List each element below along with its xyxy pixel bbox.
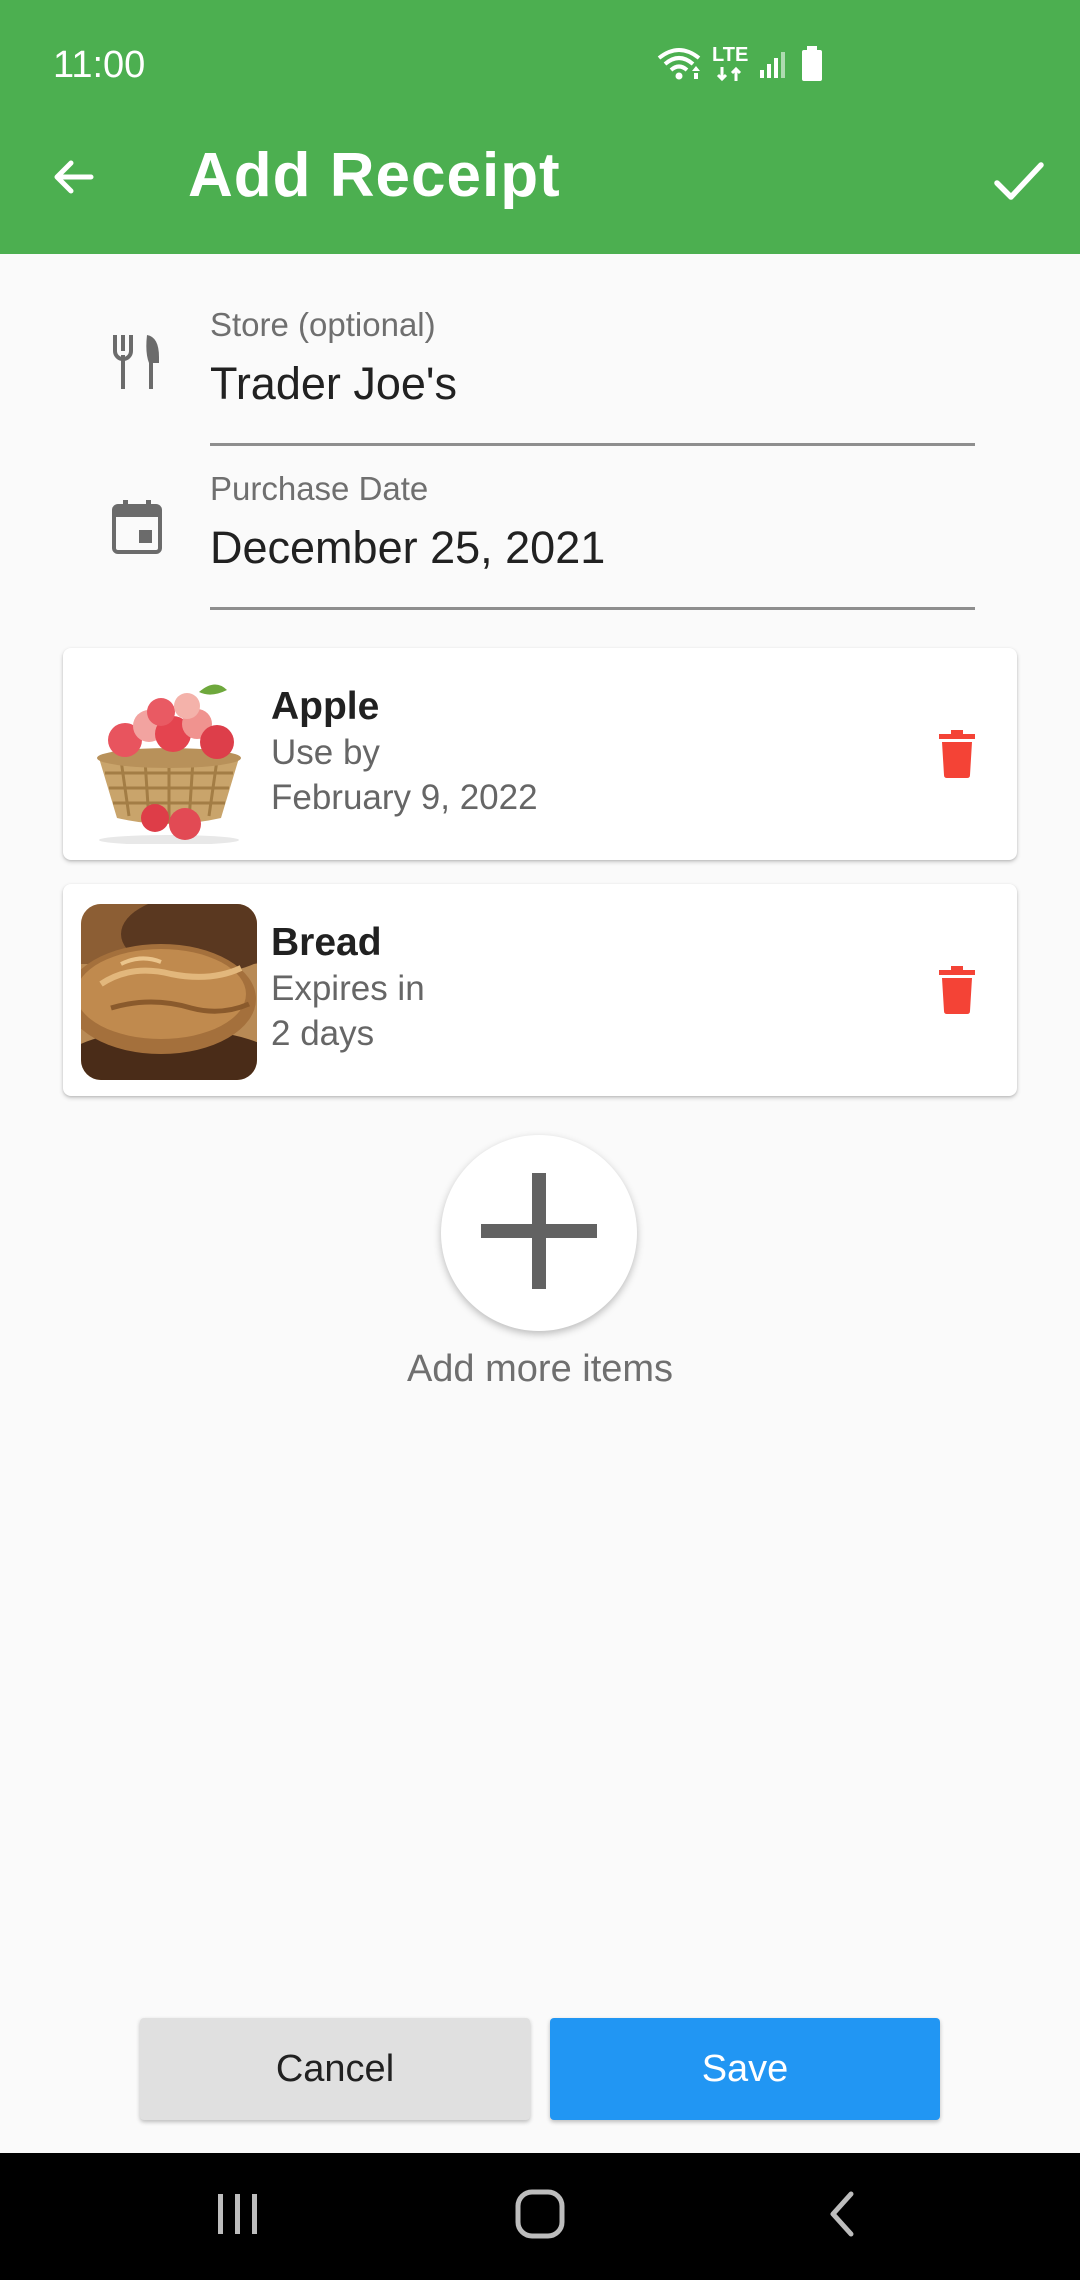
home-icon	[515, 2189, 565, 2244]
lte-icon: LTE	[712, 45, 748, 83]
item-name: Apple	[271, 685, 380, 728]
recents-button[interactable]	[198, 2181, 278, 2251]
item-date: 2 days	[271, 1014, 375, 1053]
item-name: Bread	[271, 921, 382, 964]
item-status: Expires in	[271, 969, 425, 1008]
restaurant-icon	[105, 330, 169, 394]
status-time: 11:00	[53, 44, 146, 86]
delete-item-button[interactable]	[925, 960, 989, 1024]
app-bar: 11:00 LTE Add Receipt	[0, 0, 1080, 254]
item-text: Apple Use by February 9, 2022	[271, 684, 538, 820]
delete-item-button[interactable]	[925, 724, 989, 788]
plus-icon	[481, 1172, 597, 1294]
home-button[interactable]	[500, 2181, 580, 2251]
store-label: Store (optional)	[210, 306, 436, 343]
item-text: Bread Expires in 2 days	[271, 920, 425, 1056]
save-button[interactable]: Save	[550, 2018, 940, 2120]
confirm-button[interactable]	[986, 150, 1052, 216]
apple-basket-image	[81, 668, 257, 844]
back-nav-icon	[823, 2190, 863, 2243]
signal-icon	[758, 48, 790, 80]
purchase-date-label: Purchase Date	[210, 470, 429, 507]
item-card[interactable]: Apple Use by February 9, 2022	[63, 648, 1017, 860]
item-date: February 9, 2022	[271, 778, 538, 817]
system-nav-bar	[0, 2153, 1080, 2280]
wifi-icon	[656, 45, 702, 83]
add-receipt-screen: 11:00 LTE Add Receipt Store (optional) T…	[0, 0, 1080, 2280]
cancel-button[interactable]: Cancel	[140, 2018, 530, 2120]
calendar-icon	[105, 494, 169, 558]
store-field[interactable]: Store (optional) Trader Joe's	[210, 306, 975, 446]
arrow-back-icon	[49, 153, 97, 206]
back-nav-button[interactable]	[803, 2181, 883, 2251]
purchase-date-value[interactable]: December 25, 2021	[210, 522, 975, 574]
page-title: Add Receipt	[188, 141, 561, 210]
purchase-date-field[interactable]: Purchase Date December 25, 2021	[210, 470, 975, 610]
add-more-label: Add more items	[406, 1348, 674, 1390]
status-icons: LTE	[656, 42, 824, 86]
item-status: Use by	[271, 733, 380, 772]
item-card[interactable]: Bread Expires in 2 days	[63, 884, 1017, 1096]
recents-icon	[214, 2192, 262, 2241]
add-item-button[interactable]	[441, 1135, 637, 1331]
store-value[interactable]: Trader Joe's	[210, 358, 975, 410]
battery-icon	[800, 45, 824, 83]
trash-icon	[937, 729, 977, 784]
lte-label: LTE	[712, 44, 749, 66]
bread-image	[81, 904, 257, 1080]
trash-icon	[937, 965, 977, 1020]
back-button[interactable]	[40, 146, 106, 212]
check-icon	[993, 155, 1045, 212]
